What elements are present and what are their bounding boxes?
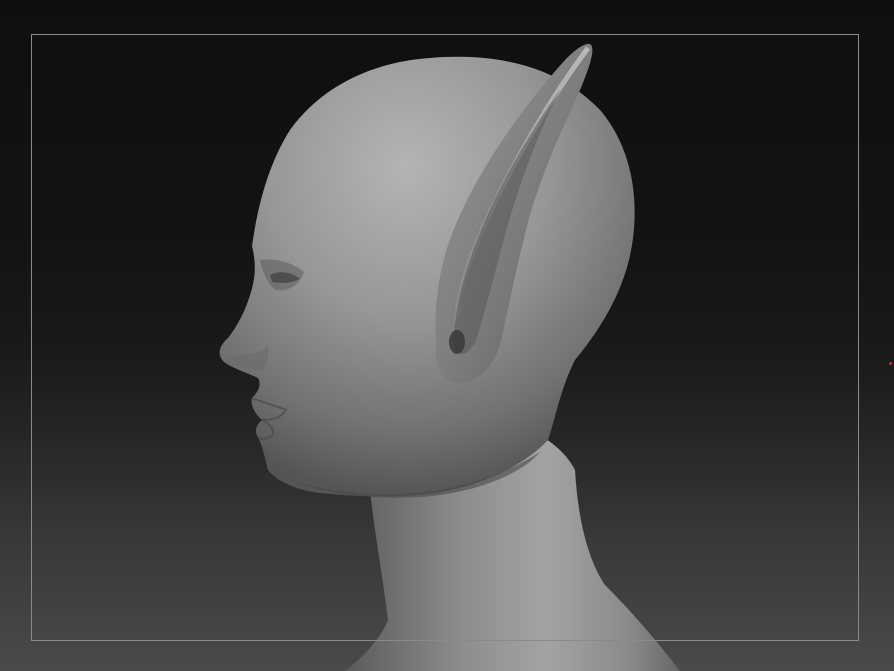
ear-canal (449, 330, 465, 354)
edge-marker-dot (889, 362, 892, 365)
canvas-viewport[interactable] (0, 0, 894, 671)
sculpt-model[interactable] (0, 0, 894, 671)
